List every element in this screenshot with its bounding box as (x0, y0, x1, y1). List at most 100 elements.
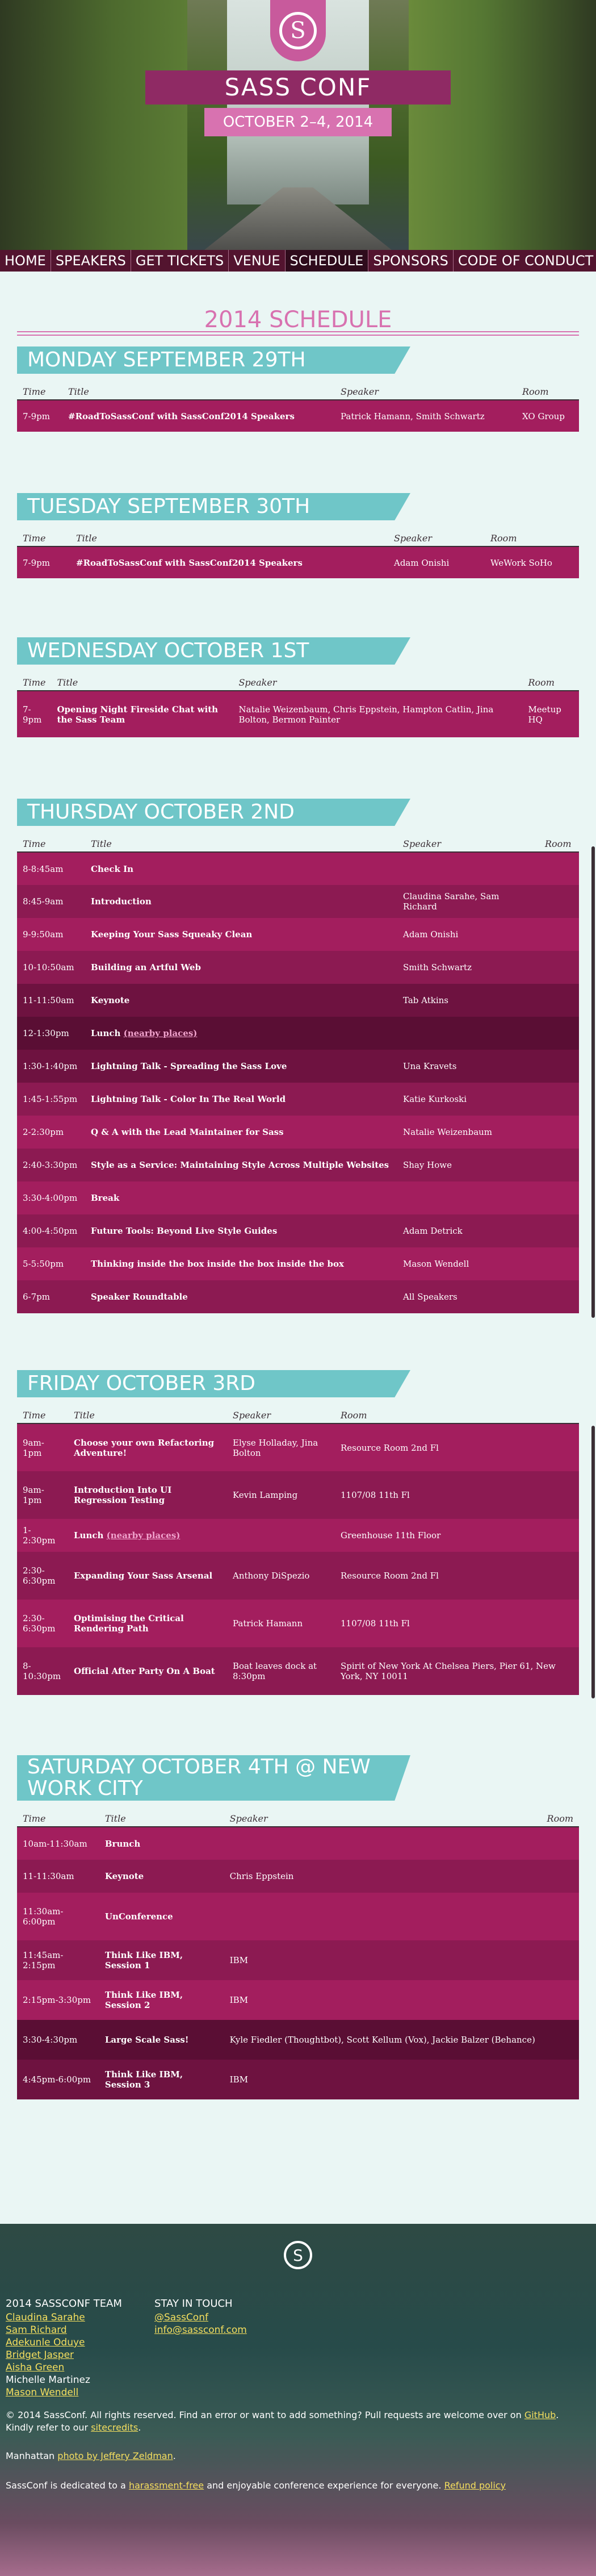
table-row: 5-5:50pm Thinking inside the box inside t… (17, 1247, 579, 1280)
nearby-places-link[interactable]: (nearby places) (124, 1028, 198, 1038)
lunch-label: Lunch (74, 1530, 104, 1540)
team-list: 2014 SASSCONF TEAM Claudina Sarahe Sam R… (6, 2298, 122, 2399)
nav-home[interactable]: HOME (0, 250, 51, 272)
cell-room (539, 1214, 579, 1247)
team-member-link[interactable]: Mason Wendell (6, 2386, 122, 2399)
photo-credit-pre: Manhattan (6, 2450, 55, 2461)
col-title: Title (70, 531, 388, 547)
cell-speaker: All Speakers (403, 1292, 458, 1302)
cell-time: 2:40-3:30pm (23, 1160, 78, 1170)
email-link[interactable]: info@sassconf.com (154, 2324, 247, 2336)
cell-time: 3:30-4:30pm (23, 2035, 78, 2045)
team-member-link[interactable]: Adekunle Oduye (6, 2336, 122, 2349)
nearby-places-link[interactable]: (nearby places) (107, 1530, 181, 1540)
day-friday: FRIDAY OCTOBER 3RD Time Title Speaker Ro… (17, 1370, 579, 1695)
cell-room (542, 1893, 579, 1940)
table-row: 12-1:30pm Lunch (nearby places) (17, 1017, 579, 1050)
cell-time: 11:30am-6:00pm (23, 1906, 64, 1927)
col-speaker: Speaker (224, 1811, 542, 1827)
day-heading: FRIDAY OCTOBER 3RD (17, 1370, 410, 1397)
nav-venue[interactable]: VENUE (229, 250, 286, 272)
cell-title: Optimising the Critical Rendering Path (74, 1613, 184, 1634)
cell-time: 8-8:45am (23, 863, 64, 874)
table-row: 10am-11:30am Brunch (17, 1827, 579, 1860)
cell-title: Think Like IBM, Session 1 (104, 1950, 183, 1970)
nav-speakers[interactable]: SPEAKERS (51, 250, 131, 272)
table-row: 8-10:30pm Official After Party On A Boat B… (17, 1647, 579, 1695)
cell-title: Large Scale Sass! (104, 2035, 189, 2045)
hero-banner: S SASS CONF OCTOBER 2–4, 2014 (0, 0, 596, 250)
nav-sponsors[interactable]: SPONSORS (368, 250, 454, 272)
cell-speaker: Tab Atkins (403, 995, 448, 1005)
nav-get-tickets[interactable]: GET TICKETS (131, 250, 229, 272)
col-time: Time (17, 531, 70, 547)
table-row: 4:45pm-6:00pm Think Like IBM, Session 3 IB… (17, 2060, 579, 2099)
main-nav: HOME SPEAKERS GET TICKETS VENUE SCHEDULE… (0, 250, 596, 272)
twitter-link[interactable]: @SassConf (154, 2311, 247, 2324)
cell-title: UnConference (104, 1911, 173, 1922)
cell-room (542, 2060, 579, 2099)
cell-room (542, 1940, 579, 1980)
table-row: 2:40-3:30pm Style as a Service: Maintaini… (17, 1149, 579, 1181)
cell-speaker (397, 852, 539, 885)
cell-speaker: Boat leaves dock at 8:30pm (233, 1661, 317, 1681)
github-link[interactable]: GitHub (524, 2410, 556, 2420)
cell-speaker: Smith Schwartz (403, 962, 472, 972)
sass-logo[interactable]: S (270, 0, 326, 61)
sass-footer-logo-icon[interactable]: S (284, 2241, 312, 2269)
cell-title: Lightning Talk - Spreading the Sass Love (91, 1061, 287, 1071)
schedule-table: Time Title Speaker Room 7-9pm Opening Ni… (17, 675, 579, 737)
team-member-link[interactable]: Aisha Green (6, 2361, 122, 2374)
cell-speaker: Natalie Weizenbaum (403, 1127, 493, 1137)
photo-credit-post: . (173, 2450, 176, 2461)
refund-policy-link[interactable]: Refund policy (444, 2480, 506, 2491)
team-member-link[interactable]: Claudina Sarahe (6, 2311, 122, 2324)
cell-speaker: IBM (229, 1955, 248, 1965)
team-member-link[interactable]: Bridget Jasper (6, 2349, 122, 2361)
cell-title: Introduction (91, 896, 152, 907)
cell-title: Lightning Talk - Color In The Real World (91, 1094, 286, 1104)
cell-title: Opening Night Fireside Chat with the Sas… (57, 704, 219, 725)
harassment-free-link[interactable]: harassment-free (129, 2480, 204, 2491)
photo-credit-link[interactable]: photo by Jeffery Zeldman (57, 2450, 173, 2461)
cell-speaker: Una Kravets (403, 1061, 457, 1071)
cell-room (539, 951, 579, 984)
cell-time: 4:00-4:50pm (23, 1226, 78, 1236)
day-thursday: THURSDAY OCTOBER 2ND Time Title Speaker … (17, 799, 579, 1313)
day-monday: MONDAY SEPTEMBER 29TH Time Title Speaker… (17, 346, 579, 432)
cell-speaker: Kyle Fiedler (Thoughtbot), Scott Kellum … (229, 2035, 535, 2045)
scrollbar-thursday[interactable] (591, 846, 595, 1318)
photo-credit: Manhattan photo by Jeffery Zeldman. (6, 2450, 585, 2462)
cell-speaker (224, 1893, 542, 1940)
cell-speaker: Patrick Hamann, Smith Schwartz (341, 411, 485, 421)
nav-code-of-conduct[interactable]: CODE OF CONDUCT (454, 250, 596, 272)
scrollbar-friday[interactable] (591, 1426, 595, 1698)
cell-speaker (397, 1017, 539, 1050)
cell-title: Future Tools: Beyond Live Style Guides (91, 1226, 278, 1236)
cell-speaker: Shay Howe (403, 1160, 452, 1170)
cell-room: Greenhouse 11th Floor (341, 1530, 441, 1540)
cell-speaker: Kevin Lamping (233, 1490, 298, 1500)
cell-time: 1-2:30pm (23, 1525, 56, 1546)
col-speaker: Speaker (335, 384, 517, 400)
nav-schedule[interactable]: SCHEDULE (285, 250, 369, 272)
col-title: Title (62, 384, 335, 400)
cell-room: 1107/08 11th Fl (341, 1618, 410, 1629)
cell-title: Expanding Your Sass Arsenal (74, 1571, 213, 1581)
cell-speaker (224, 1827, 542, 1860)
col-speaker: Speaker (388, 531, 485, 547)
sitecredits-link[interactable]: sitecredits (91, 2422, 138, 2433)
col-room: Room (335, 1408, 579, 1424)
team-member-link[interactable]: Sam Richard (6, 2324, 122, 2336)
cell-speaker: Patrick Hamann (233, 1618, 303, 1629)
table-row: 10-10:50am Building an Artful Web Smith Sc… (17, 951, 579, 984)
cell-room: Spirit of New York At Chelsea Piers, Pie… (341, 1661, 556, 1681)
copyright-pre: © 2014 SassConf. All rights reserved. Fi… (6, 2410, 522, 2420)
copyright-text: © 2014 SassConf. All rights reserved. Fi… (6, 2410, 559, 2433)
cell-speaker (227, 1519, 335, 1552)
day-heading: THURSDAY OCTOBER 2ND (17, 799, 410, 826)
cell-title: Check In (91, 863, 134, 874)
schedule-table: Time Title Speaker Room 7-9pm #RoadToSas… (17, 531, 579, 578)
cell-time: 4:45pm-6:00pm (23, 2074, 91, 2085)
site-title: SASS CONF (145, 70, 451, 105)
